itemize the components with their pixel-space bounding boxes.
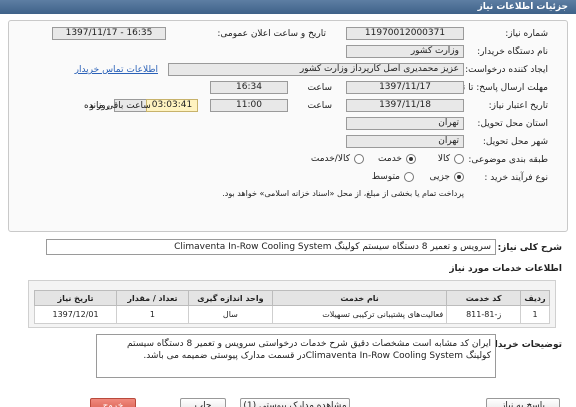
purchase-type-label: نوع فرآیند خرید : [484,173,548,183]
send-time-field: 16:34 [210,81,288,94]
col-need-date: تاریخ نیاز [33,290,118,306]
col-quantity: تعداد / مقدار [116,290,189,306]
exit-button[interactable]: خروج [90,398,136,407]
buyer-notes-line-2: کولینگ Climaventa In-Row Cooling Systemد… [143,351,491,361]
buyer-org-label: نام دستگاه خریدار: [477,47,548,57]
radio-circle[interactable] [354,154,364,164]
summary-label: شرح کلی نیاز: [497,243,562,253]
col-unit: واحد اندازه گیری [187,290,273,306]
validity-label: تاریخ اعتبار نیاز: [488,101,548,111]
services-header-row: ردیف کد خدمت نام خدمت واحد اندازه گیری ت… [33,290,550,306]
print-button[interactable]: چاپ [180,398,226,407]
radio-circle[interactable] [454,154,464,164]
cell-unit: سال [187,305,273,324]
page-title: جزئیات اطلاعات نیاز [477,2,568,12]
buyer-notes-field: ایران کد مشابه است مشخصات دقیق شرح خدمات… [96,334,496,378]
cell-service-name: فعالیت‌های پشتیبانی ترکیبی تسهیلات [271,305,448,324]
view-attachments-button[interactable]: مشاهده مدارک پیوستی (1) [240,398,350,407]
cell-service-code: ز-81-811 [446,305,522,324]
buyer-notes-line-1: ایران کد مشابه است مشخصات دقیق شرح خدمات… [127,339,491,349]
purchase-radio-minor[interactable]: جزیی [429,172,464,182]
province-field: تهران [346,117,464,130]
table-row[interactable]: 1 ز-81-811 فعالیت‌های پشتیبانی ترکیبی تس… [33,305,550,324]
cell-quantity: 1 [116,305,189,324]
buyer-notes-label: توضیحات خریدار: [486,340,562,350]
city-field: تهران [346,135,464,148]
validity-time-field: 11:00 [210,99,288,112]
send-date-field: 1397/11/17 [346,81,464,94]
province-label: استان محل تحویل: [477,119,548,129]
remaining-label: ساعت باقی مانده [84,101,151,111]
buyer-org-field: وزارت کشور [346,45,464,58]
respond-button[interactable]: پاسخ به نیاز [486,398,560,407]
services-section-title: اطلاعات خدمات مورد نیاز [449,264,562,274]
page-header: جزئیات اطلاعات نیاز [0,0,576,14]
send-time-label: ساعت [307,83,333,93]
cell-row: 1 [520,305,550,324]
remaining-time-field: 03:03:41 [146,99,198,112]
cell-need-date: 1397/12/01 [33,305,118,324]
col-row: ردیف [520,290,550,306]
purchase-radio-medium[interactable]: متوسط [372,172,414,182]
radio-circle[interactable] [404,172,414,182]
category-radio-goods-service[interactable]: کالا/خدمت [311,154,364,164]
category-radio-service[interactable]: خدمت [378,154,416,164]
summary-field: سرویس و تعمیر 8 دستگاه سیستم کولینگ Clim… [46,239,496,255]
creator-field: عزیز محمدیری اصل کارپرداز وزارت کشور [168,63,464,76]
category-label: طبقه بندی موضوعی: [468,155,548,165]
creator-label: ایجاد کننده درخواست: [465,65,548,75]
col-service-name: نام خدمت [271,290,448,306]
validity-date-field: 1397/11/18 [346,99,464,112]
radio-circle-selected[interactable] [454,172,464,182]
need-number-label: شماره نیاز: [505,29,548,39]
radio-circle-selected[interactable] [406,154,416,164]
city-label: شهر محل تحویل: [482,137,548,147]
announce-field: 1397/11/17 - 16:35 [52,27,166,40]
col-service-code: کد خدمت [446,290,522,306]
need-number-field: 11970012000371 [346,27,464,40]
validity-time-label: ساعت [307,101,333,111]
announce-label: تاریخ و ساعت اعلان عمومی: [217,29,326,39]
purchase-note: پرداخت تمام یا بخشی از مبلغ، از محل «اسن… [222,189,464,198]
services-table: ردیف کد خدمت نام خدمت واحد اندازه گیری ت… [33,290,550,324]
category-radio-goods[interactable]: کالا [438,154,464,164]
buyer-contact-link[interactable]: اطلاعات تماس خریدار [75,65,158,75]
